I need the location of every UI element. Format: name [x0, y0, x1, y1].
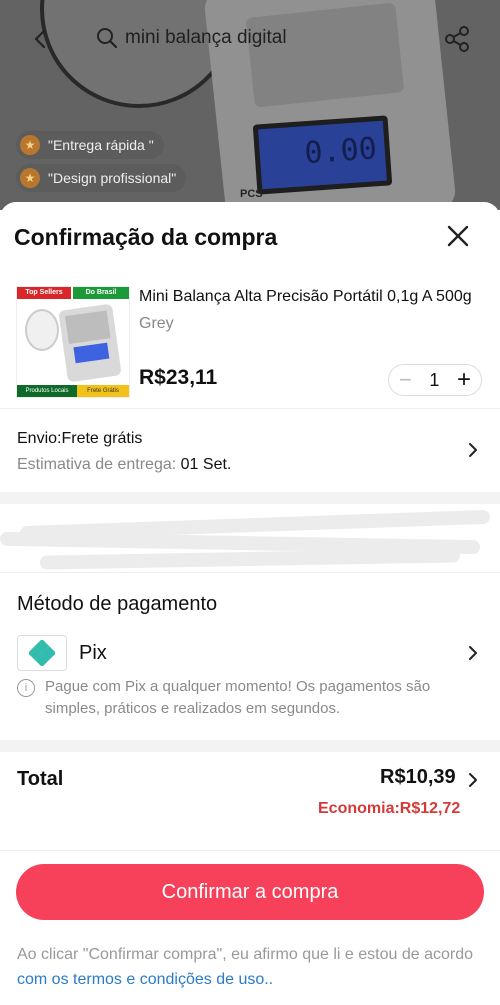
close-button[interactable] — [444, 222, 472, 250]
close-icon — [447, 225, 469, 247]
payment-info-text: Pague com Pix a qualquer momento! Os pag… — [45, 678, 431, 717]
confirm-purchase-button[interactable]: Confirmar a compra — [16, 864, 484, 920]
total-label: Total — [17, 768, 64, 790]
chevron-right-icon — [467, 442, 479, 458]
delivery-estimate: Estimativa de entrega: 01 Set. — [17, 456, 232, 473]
terms-text: Ao clicar "Confirmar compra", eu afirmo … — [17, 946, 474, 988]
increase-quantity-button[interactable]: + — [457, 368, 471, 392]
purchase-confirmation-sheet: Confirmação da compra Top Sellers Do Bra… — [0, 202, 500, 1005]
total-value[interactable]: R$10,39 — [380, 766, 456, 789]
chevron-right-icon — [467, 645, 479, 661]
back-button[interactable] — [26, 24, 56, 54]
search-query: mini balança digital — [125, 27, 287, 48]
payment-method-name: Pix — [79, 642, 107, 664]
sheet-title: Confirmação da compra — [14, 224, 278, 250]
decrease-quantity-button[interactable]: − — [399, 369, 412, 391]
top-bar: mini balança digital — [0, 0, 500, 78]
divider — [0, 850, 500, 851]
divider — [0, 572, 500, 573]
redacted-address-area — [0, 504, 500, 570]
star-icon: ★ — [20, 168, 40, 188]
star-icon: ★ — [20, 135, 40, 155]
product-variant: Grey — [139, 315, 174, 332]
chevron-right-icon[interactable] — [467, 772, 479, 788]
quantity-stepper: − 1 + — [388, 364, 482, 396]
share-icon — [445, 26, 469, 52]
quantity-value: 1 — [429, 369, 440, 390]
pix-logo — [17, 635, 67, 671]
product-name: Mini Balança Alta Precisão Portátil 0,1g… — [139, 288, 472, 305]
search-bar[interactable]: mini balança digital — [95, 26, 287, 50]
divider — [0, 408, 500, 409]
product-tag: ★ "Design profissional" — [16, 164, 187, 192]
terms-link[interactable]: com os termos e condições de uso.. — [17, 971, 273, 988]
pix-icon — [29, 640, 55, 666]
section-separator — [0, 492, 500, 504]
chevron-left-icon — [34, 29, 46, 49]
shipping-label: Envio:Frete grátis — [17, 430, 143, 447]
savings-text: Economia:R$12,72 — [318, 800, 461, 817]
product-tag: ★ "Entrega rápida " — [16, 131, 164, 159]
product-thumbnail: Top Sellers Do Brasil Produtos Locais Fr… — [16, 286, 130, 398]
section-separator — [0, 740, 500, 752]
info-icon: i — [17, 679, 35, 697]
product-page-background: 0.00 PCS mini balança digital ★ "Entrega… — [0, 0, 500, 210]
search-icon — [97, 28, 118, 49]
payment-method-title: Método de pagamento — [17, 593, 218, 615]
product-price: R$23,11 — [139, 366, 218, 389]
share-button[interactable] — [442, 24, 472, 54]
